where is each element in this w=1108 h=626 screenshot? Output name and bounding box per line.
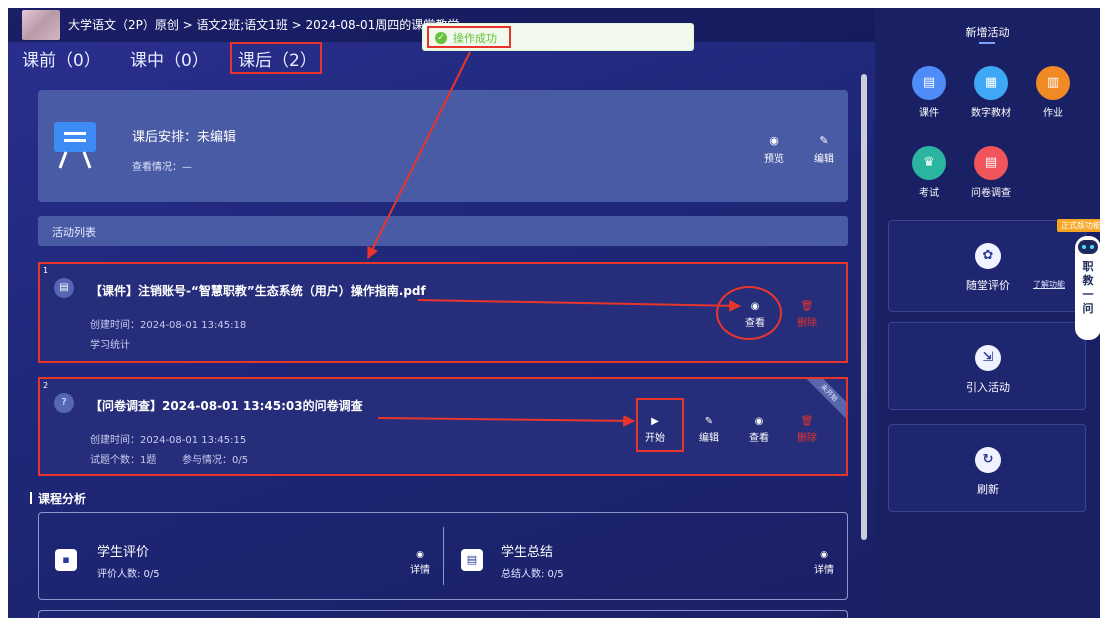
refresh-icon: ↻ <box>975 447 1001 473</box>
tool-digital-textbook[interactable]: ▦ 数字教材 <box>963 66 1019 119</box>
pencil-icon: ✎ <box>704 416 714 427</box>
eye-icon: ◉ <box>820 550 828 560</box>
document-icon: ▤ <box>54 278 74 298</box>
right-panel: 新增活动 ▤ 课件 ▦ 数字教材 ▥ 作业 ♛ 考试 ▤ 问卷调查 ✿ 随堂评价… <box>875 8 1100 618</box>
blackboard-icon <box>54 122 96 169</box>
evaluation-count: 评价人数: 0/5 <box>97 569 160 580</box>
tool-homework[interactable]: ▥ 作业 <box>1025 66 1081 119</box>
activity-title[interactable]: 【课件】注销账号-“智慧职教”生态系统（用户）操作指南.pdf <box>90 282 426 299</box>
robot-icon <box>1078 240 1098 254</box>
tab-in-class[interactable]: 课中（0） <box>130 46 209 71</box>
class-evaluation-card[interactable]: ✿ 随堂评价 了解功能 <box>888 220 1086 312</box>
survey-icon: ▤ <box>974 146 1008 180</box>
tool-exam[interactable]: ♛ 考试 <box>901 146 957 199</box>
app-window: 大学语文（2P）原创 > 语文2班;语文1班 > 2024-08-01周四的课堂… <box>8 8 1100 618</box>
summary-count: 总结人数: 0/5 <box>501 569 564 580</box>
tab-highlight-box <box>230 42 322 74</box>
evaluation-icon: ✿ <box>975 243 1001 269</box>
delete-button[interactable]: 🗑 删除 <box>790 300 824 329</box>
activity-number: 1 <box>43 266 49 275</box>
scrollbar[interactable] <box>861 74 867 540</box>
import-activity-label: 引入活动 <box>966 381 1010 394</box>
course-analysis-panel: ▪ 学生评价 评价人数: 0/5 ◉ 详情 ▤ 学生总结 总结人数: 0/5 ◉… <box>38 512 848 600</box>
check-circle-icon: ✓ <box>435 32 447 44</box>
trash-icon: 🗑 <box>800 416 814 427</box>
main-area: 大学语文（2P）原创 > 语文2班;语文1班 > 2024-08-01周四的课堂… <box>8 8 875 618</box>
exam-icon: ♛ <box>912 146 946 180</box>
annotation-box <box>636 398 684 452</box>
preview-button[interactable]: ◉ 预览 <box>754 134 794 165</box>
delete-button[interactable]: 🗑 删除 <box>790 415 824 444</box>
import-icon: ⇲ <box>975 345 1001 371</box>
tab-before-class[interactable]: 课前（0） <box>22 46 101 71</box>
tool-courseware[interactable]: ▤ 课件 <box>901 66 957 119</box>
assistant-widget[interactable]: 职教一问 <box>1075 236 1100 340</box>
trash-icon: 🗑 <box>800 301 814 312</box>
summary-detail-button[interactable]: ◉ 详情 <box>809 549 839 576</box>
learn-more-link[interactable]: 了解功能 <box>1033 279 1065 290</box>
courseware-icon: ▤ <box>912 66 946 100</box>
edit-button[interactable]: ✎ 编辑 <box>692 415 726 444</box>
eye-icon: ◉ <box>754 416 764 427</box>
success-toast: ✓ 操作成功 <box>422 23 694 51</box>
title-underline <box>979 42 995 44</box>
summary-icon: ▤ <box>461 549 483 571</box>
view-button[interactable]: ◉ 查看 <box>742 415 776 444</box>
activity-item[interactable]: 2 ? 【问卷调查】2024-08-01 13:45:03的问卷调查 创建时间：… <box>38 377 848 476</box>
course-analysis-title: 课程分析 <box>29 492 87 506</box>
refresh-card[interactable]: ↻ 刷新 <box>888 424 1086 512</box>
pencil-icon: ✎ <box>819 134 829 147</box>
not-started-ribbon: 未开始 <box>806 379 846 419</box>
activity-title[interactable]: 【问卷调查】2024-08-01 13:45:03的问卷调查 <box>90 397 363 414</box>
activity-list-header: 活动列表 <box>38 216 848 246</box>
arrangement-title: 课后安排：未编辑 <box>132 130 237 145</box>
breadcrumb[interactable]: 大学语文（2P）原创 > 语文2班;语文1班 > 2024-08-01周四的课堂… <box>68 16 459 33</box>
homework-icon: ▥ <box>1036 66 1070 100</box>
arrangement-status: 查看情况：— <box>132 162 192 173</box>
student-summary-title: 学生总结 <box>501 545 554 560</box>
survey-icon: ? <box>54 393 74 413</box>
arrangement-card: 课后安排：未编辑 查看情况：— ◉ 预览 ✎ 编辑 <box>38 90 848 202</box>
refresh-label: 刷新 <box>977 483 999 496</box>
edit-arrangement-button[interactable]: ✎ 编辑 <box>804 134 844 165</box>
annotation-circle <box>716 286 782 340</box>
eye-icon: ◉ <box>769 134 779 147</box>
course-thumbnail <box>22 10 60 40</box>
activity-number: 2 <box>43 381 49 390</box>
textbook-icon: ▦ <box>974 66 1008 100</box>
learning-stats-link[interactable]: 学习统计 <box>90 336 130 351</box>
eye-icon: ◉ <box>416 550 424 560</box>
activity-created-time: 创建时间：2024-08-01 13:45:15 <box>90 435 247 446</box>
question-count: 试题个数：1题 <box>90 455 157 466</box>
student-evaluation-title: 学生评价 <box>97 545 150 560</box>
activity-created-time: 创建时间：2024-08-01 13:45:18 <box>90 320 247 331</box>
toast-message: 操作成功 <box>453 32 497 45</box>
assistant-label: 职教一问 <box>1082 260 1094 315</box>
participation-status: 参与情况：0/5 <box>182 455 249 466</box>
add-activity-title: 新增活动 <box>965 26 1010 39</box>
divider <box>443 527 444 585</box>
next-panel-edge <box>38 610 848 618</box>
import-activity-card[interactable]: ⇲ 引入活动 <box>888 322 1086 410</box>
trial-badge: 正式版功能 <box>1057 219 1100 232</box>
chat-icon: ▪ <box>55 549 77 571</box>
tool-survey[interactable]: ▤ 问卷调查 <box>963 146 1019 199</box>
evaluation-detail-button[interactable]: ◉ 详情 <box>405 549 435 576</box>
